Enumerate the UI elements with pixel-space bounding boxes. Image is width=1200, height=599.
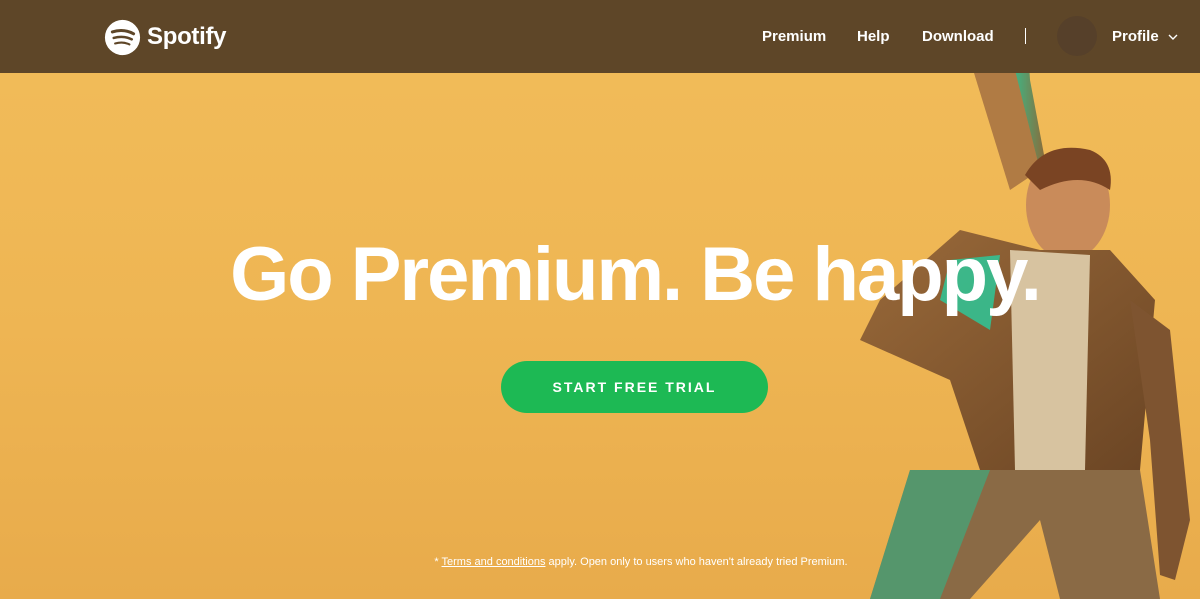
spotify-logo-icon	[104, 19, 141, 55]
headline: Go Premium. Be happy.	[230, 232, 1042, 317]
hero-section: Go Premium. Be happy. START FREE TRIAL *…	[0, 0, 1200, 599]
terms-and-conditions-link[interactable]: Terms and conditions	[442, 556, 546, 568]
top-navigation: Spotify Premium Help Download Profile	[0, 0, 1200, 73]
terms-footnote: * Terms and conditions apply. Open only …	[0, 556, 1200, 568]
profile-label: Profile	[1112, 28, 1159, 45]
nav-divider	[1025, 28, 1026, 44]
nav-help-link[interactable]: Help	[857, 28, 890, 45]
nav-premium-link[interactable]: Premium	[762, 28, 826, 45]
chevron-down-icon	[1168, 34, 1178, 40]
start-free-trial-button[interactable]: START FREE TRIAL	[501, 361, 768, 413]
avatar[interactable]	[1057, 16, 1097, 56]
spotify-logo[interactable]: Spotify	[104, 18, 227, 56]
footnote-text: apply. Open only to users who haven't al…	[545, 556, 848, 568]
footnote-prefix: *	[434, 556, 442, 568]
nav-download-link[interactable]: Download	[922, 28, 994, 45]
brand-name: Spotify	[147, 23, 227, 50]
profile-menu-button[interactable]: Profile	[1112, 28, 1179, 45]
